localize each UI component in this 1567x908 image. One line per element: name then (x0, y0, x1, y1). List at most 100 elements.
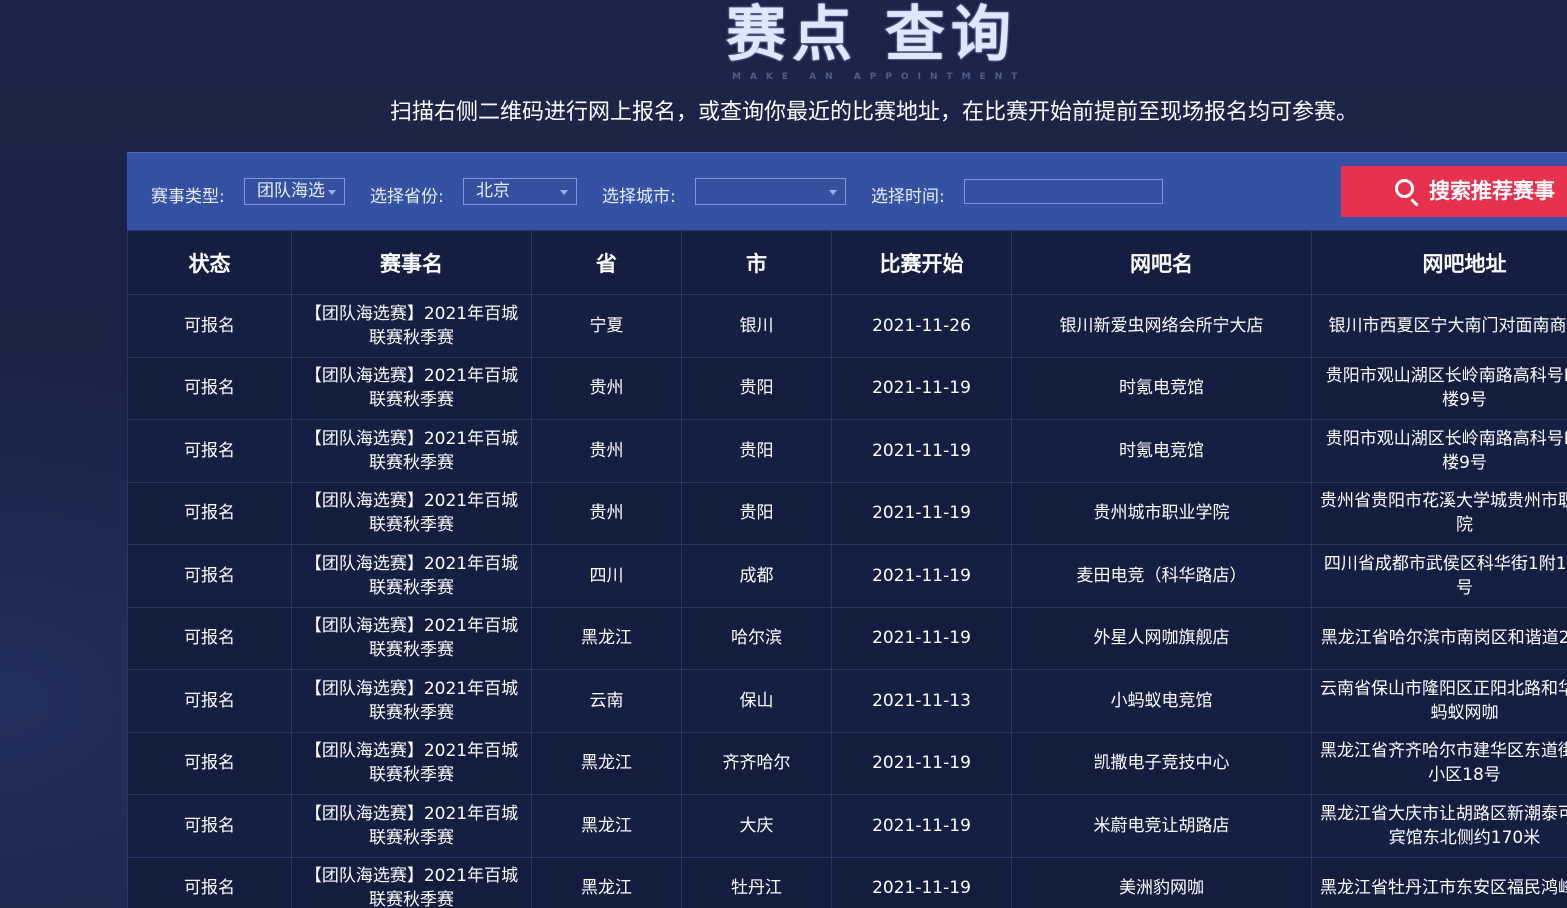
province-cell: 贵州 (531, 419, 682, 483)
venue-name-cell: 麦田电竞（科华路店） (1011, 544, 1312, 608)
status-cell: 可报名 (127, 606, 292, 670)
chevron-down-icon (328, 190, 336, 195)
event-name-cell: 【团队海选赛】2021年百城联赛秋季赛 (291, 356, 532, 420)
province-cell: 四川 (531, 544, 682, 608)
event-name-cell: 【团队海选赛】2021年百城联赛秋季赛 (291, 419, 532, 483)
column-header-event-name[interactable]: 赛事名 (291, 230, 532, 295)
column-header-venue-name[interactable]: 网吧名 (1011, 230, 1312, 295)
page-title-english: MAKE AN APPOINTMENT (732, 72, 1027, 82)
province-label: 选择省份: (370, 187, 444, 207)
column-header-venue-address[interactable]: 网吧地址 (1311, 230, 1567, 295)
city-cell: 银川 (681, 294, 832, 358)
status-cell: 可报名 (127, 544, 292, 608)
province-cell: 黑龙江 (531, 856, 682, 908)
page-instructions: 扫描右侧二维码进行网上报名，或查询你最近的比赛地址，在比赛开始前提前至现场报名均… (389, 100, 1358, 125)
table-row[interactable]: 可报名 【团队海选赛】2021年百城联赛秋季赛 贵州 贵阳 2021-11-19 时氪电竞… (127, 356, 1567, 420)
table-row[interactable]: 可报名 【团队海选赛】2021年百城联赛秋季赛 黑龙江 大庆 2021-11-19 米蔚电… (127, 794, 1567, 858)
venue-address-cell: 黑龙江省大庆市让胡路区新潮泰可商务宾馆东北侧约170米 (1311, 794, 1567, 858)
province-select[interactable]: 北京 (463, 178, 577, 205)
column-header-start-date[interactable]: 比赛开始 (831, 230, 1012, 295)
start-date-cell: 2021-11-19 (831, 731, 1012, 795)
province-cell: 贵州 (531, 356, 682, 420)
venue-address-cell: 贵阳市观山湖区长岭南路高科号B座1楼9号 (1311, 419, 1567, 483)
start-date-cell: 2021-11-26 (831, 294, 1012, 358)
table-row[interactable]: 可报名 【团队海选赛】2021年百城联赛秋季赛 黑龙江 哈尔滨 2021-11-19 外星… (127, 606, 1567, 670)
venue-name-cell: 凯撒电子竞技中心 (1011, 731, 1312, 795)
search-icon (1395, 179, 1414, 198)
event-name-cell: 【团队海选赛】2021年百城联赛秋季赛 (291, 669, 532, 733)
event-name-cell: 【团队海选赛】2021年百城联赛秋季赛 (291, 606, 532, 670)
table-row[interactable]: 可报名 【团队海选赛】2021年百城联赛秋季赛 黑龙江 齐齐哈尔 2021-11-19 凯… (127, 731, 1567, 795)
start-date-cell: 2021-11-19 (831, 419, 1012, 483)
venue-address-cell: 银川市西夏区宁大南门对面南商业街 (1311, 294, 1567, 358)
province-cell: 黑龙江 (531, 731, 682, 795)
table-row[interactable]: 可报名 【团队海选赛】2021年百城联赛秋季赛 黑龙江 牡丹江 2021-11-19 美洲… (127, 856, 1567, 908)
city-cell: 贵阳 (681, 419, 832, 483)
status-cell: 可报名 (127, 731, 292, 795)
table-row[interactable]: 可报名 【团队海选赛】2021年百城联赛秋季赛 贵州 贵阳 2021-11-19 时氪电竞… (127, 419, 1567, 483)
venue-address-cell: 四川省成都市武侯区科华街1附13-14号 (1311, 544, 1567, 608)
venue-name-cell: 时氪电竞馆 (1011, 419, 1312, 483)
venue-name-cell: 米蔚电竞让胡路店 (1011, 794, 1312, 858)
table-header-row: 状态 赛事名 省 市 比赛开始 网吧名 网吧地址 (127, 230, 1567, 295)
chevron-down-icon (560, 190, 568, 195)
table-row[interactable]: 可报名 【团队海选赛】2021年百城联赛秋季赛 贵州 贵阳 2021-11-19 贵州城市… (127, 481, 1567, 545)
status-cell: 可报名 (127, 669, 292, 733)
city-select[interactable] (695, 178, 846, 205)
table-row[interactable]: 可报名 【团队海选赛】2021年百城联赛秋季赛 云南 保山 2021-11-13 小蚂蚁电… (127, 669, 1567, 733)
province-cell: 黑龙江 (531, 606, 682, 670)
event-type-select[interactable]: 团队海选 (244, 178, 345, 205)
venue-name-cell: 美洲豹网咖 (1011, 856, 1312, 908)
time-input[interactable] (964, 179, 1163, 204)
venue-address-cell: 黑龙江省哈尔滨市南岗区和谐道296号 (1311, 606, 1567, 670)
venue-name-cell: 时氪电竞馆 (1011, 356, 1312, 420)
city-cell: 贵阳 (681, 481, 832, 545)
venue-name-cell: 小蚂蚁电竞馆 (1011, 669, 1312, 733)
start-date-cell: 2021-11-19 (831, 356, 1012, 420)
status-cell: 可报名 (127, 856, 292, 908)
city-cell: 保山 (681, 669, 832, 733)
page: 赛点 查询 MAKE AN APPOINTMENT 扫描右侧二维码进行网上报名，… (0, 0, 1567, 908)
status-cell: 可报名 (127, 356, 292, 420)
column-header-status[interactable]: 状态 (127, 230, 292, 295)
start-date-cell: 2021-11-19 (831, 794, 1012, 858)
event-name-cell: 【团队海选赛】2021年百城联赛秋季赛 (291, 731, 532, 795)
column-header-province[interactable]: 省 (531, 230, 682, 295)
venue-name-cell: 贵州城市职业学院 (1011, 481, 1312, 545)
time-label: 选择时间: (871, 187, 945, 207)
status-cell: 可报名 (127, 294, 292, 358)
page-title-block: 赛点 查询 MAKE AN APPOINTMENT (726, 0, 1026, 82)
status-cell: 可报名 (127, 481, 292, 545)
event-name-cell: 【团队海选赛】2021年百城联赛秋季赛 (291, 544, 532, 608)
table-row[interactable]: 可报名 【团队海选赛】2021年百城联赛秋季赛 四川 成都 2021-11-19 麦田电竞… (127, 544, 1567, 608)
venue-address-cell: 黑龙江省牡丹江市东安区福民鸿峰花园 (1311, 856, 1567, 908)
province-cell: 宁夏 (531, 294, 682, 358)
city-cell: 贵阳 (681, 356, 832, 420)
city-cell: 成都 (681, 544, 832, 608)
filter-bar: 赛事类型: 团队海选 选择省份: 北京 选择城市: 选择时间: 搜索推荐赛事 (127, 152, 1567, 231)
venue-address-cell: 贵州省贵阳市花溪大学城贵州市职业学院 (1311, 481, 1567, 545)
status-cell: 可报名 (127, 419, 292, 483)
chevron-down-icon (829, 190, 837, 195)
events-table-body: 可报名 【团队海选赛】2021年百城联赛秋季赛 宁夏 银川 2021-11-26 银川新爱… (127, 294, 1567, 908)
events-table: 状态 赛事名 省 市 比赛开始 网吧名 网吧地址 可报名 【团队海选赛】2021年… (127, 230, 1567, 908)
province-cell: 云南 (531, 669, 682, 733)
province-value: 北京 (476, 181, 510, 201)
venue-address-cell: 云南省保山市隆阳区正阳北路和华府小蚂蚁网咖 (1311, 669, 1567, 733)
search-events-button[interactable]: 搜索推荐赛事 (1341, 166, 1567, 217)
event-name-cell: 【团队海选赛】2021年百城联赛秋季赛 (291, 481, 532, 545)
event-type-label: 赛事类型: (151, 187, 225, 207)
province-cell: 贵州 (531, 481, 682, 545)
venue-address-cell: 黑龙江省齐齐哈尔市建华区东道街天增小区18号 (1311, 731, 1567, 795)
city-cell: 齐齐哈尔 (681, 731, 832, 795)
start-date-cell: 2021-11-13 (831, 669, 1012, 733)
province-cell: 黑龙江 (531, 794, 682, 858)
start-date-cell: 2021-11-19 (831, 856, 1012, 908)
city-cell: 大庆 (681, 794, 832, 858)
event-type-value: 团队海选 (257, 181, 325, 201)
table-row[interactable]: 可报名 【团队海选赛】2021年百城联赛秋季赛 宁夏 银川 2021-11-26 银川新爱… (127, 294, 1567, 358)
venue-name-cell: 外星人网咖旗舰店 (1011, 606, 1312, 670)
city-cell: 哈尔滨 (681, 606, 832, 670)
column-header-city[interactable]: 市 (681, 230, 832, 295)
status-cell: 可报名 (127, 794, 292, 858)
